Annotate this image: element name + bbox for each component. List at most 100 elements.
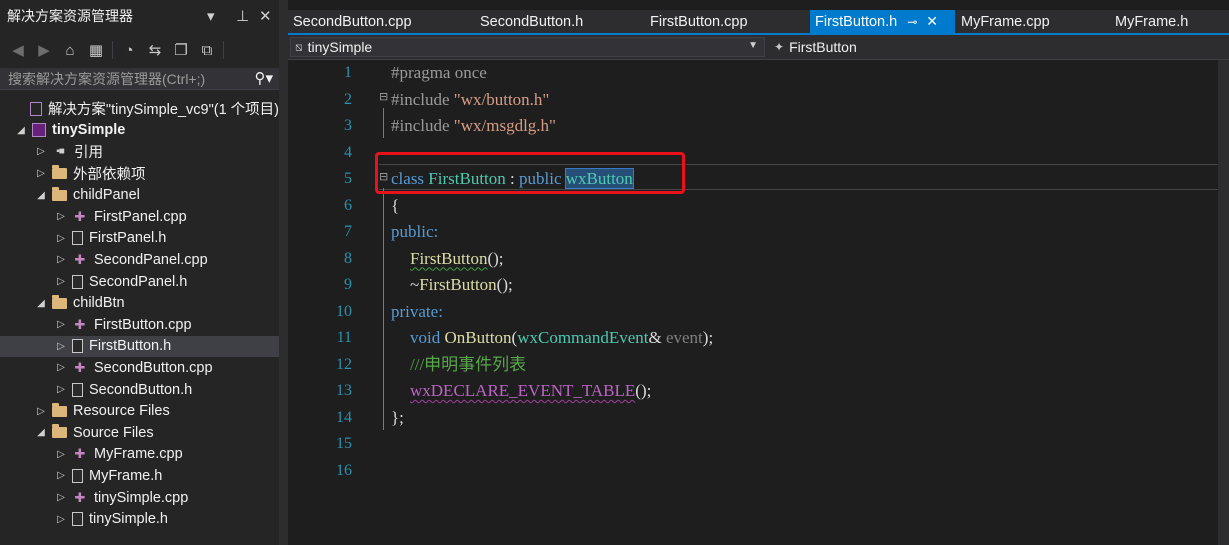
tree-item[interactable]: ▷ SecondButton.h	[0, 379, 279, 401]
tab-secondbutton-h[interactable]: SecondButton.h	[475, 10, 625, 33]
tab-myframe-h[interactable]: MyFrame.h	[1110, 10, 1229, 33]
close-icon[interactable]: ✕	[259, 7, 272, 25]
collapsed-arrow-icon[interactable]: ▷	[54, 449, 68, 460]
tree-item-label: 外部依赖项	[73, 167, 146, 184]
tree-item[interactable]: ▷ ✚ SecondButton.cpp	[0, 357, 279, 379]
tree-item[interactable]: 解决方案"tinySimple_vc9"(1 个项目)	[0, 98, 279, 120]
cpp-file-icon: ✚	[74, 359, 86, 375]
tree-item-label: 解决方案"tinySimple_vc9"(1 个项目)	[47, 102, 279, 119]
show-all-files-icon[interactable]: ⧉	[195, 39, 219, 61]
tree-item[interactable]: ▷ ✚ tinySimple.cpp	[0, 487, 279, 509]
tree-item[interactable]: ▷ ✚ MyFrame.cpp	[0, 444, 279, 466]
header-file-icon	[72, 468, 83, 483]
collapse-all-icon[interactable]: ❐	[169, 39, 193, 61]
cpp-file-icon: ✚	[74, 316, 86, 332]
scope-dropdown-label: FirstButton	[789, 39, 857, 55]
switch-views-icon[interactable]: ▦	[84, 39, 108, 61]
line-number-gutter: 1 2 3 4 5 6 7 8 9 10 11 12 13 14 15 16	[288, 60, 366, 545]
collapsed-arrow-icon[interactable]: ▷	[54, 319, 68, 330]
code-line-2: #include "wx/button.h"	[391, 89, 550, 109]
line-number: 16	[336, 461, 352, 479]
collapsed-arrow-icon[interactable]: ▷	[54, 276, 68, 287]
header-file-icon	[72, 339, 83, 354]
close-tab-icon[interactable]: ✕	[926, 13, 938, 30]
solution-search-input[interactable]	[0, 69, 240, 88]
collapsed-arrow-icon[interactable]: ▷	[54, 514, 68, 525]
search-icon[interactable]: ⚲▾	[254, 69, 273, 87]
expanded-arrow-icon[interactable]: ◢	[14, 125, 28, 136]
pin-icon[interactable]: ⊥	[236, 7, 249, 25]
scope-dropdown[interactable]: ✦ FirstButton	[770, 37, 1220, 57]
folder-icon	[52, 165, 67, 180]
tree-item-label: FirstButton.h	[89, 338, 172, 355]
tree-item[interactable]: ▷ ▪■ 引用	[0, 141, 279, 163]
project-dropdown[interactable]: ⧅ tinySimple ▼	[290, 37, 765, 57]
toolbar-divider	[223, 41, 224, 59]
back-icon[interactable]: ◀	[6, 39, 30, 61]
code-editor[interactable]: 1 2 3 4 5 6 7 8 9 10 11 12 13 14 15 16 ⊟ ⊟ #pragma once…	[288, 60, 1229, 545]
tree-item[interactable]: ▷ tinySimple.h	[0, 508, 279, 530]
toolbar-divider	[112, 41, 113, 59]
tree-item[interactable]: ◢ childBtn	[0, 292, 279, 314]
tree-item[interactable]: ◢ tinySimple	[0, 120, 279, 142]
collapsed-arrow-icon[interactable]: ▷	[34, 168, 48, 179]
expanded-arrow-icon[interactable]: ◢	[34, 427, 48, 438]
panel-splitter[interactable]	[279, 0, 288, 545]
folder-icon	[52, 424, 67, 439]
tree-item[interactable]: ▷ FirstPanel.h	[0, 228, 279, 250]
collapsed-arrow-icon[interactable]: ▷	[54, 254, 68, 265]
tree-item[interactable]: ▷ SecondPanel.h	[0, 271, 279, 293]
line-number: 15	[336, 435, 352, 452]
line-number: 4	[344, 143, 352, 161]
collapsed-arrow-icon[interactable]: ▷	[54, 341, 68, 352]
tab-secondbutton-cpp[interactable]: SecondButton.cpp	[288, 10, 459, 33]
collapsed-arrow-icon[interactable]: ▷	[54, 492, 68, 503]
tab-firstbutton-h[interactable]: FirstButton.h ⊸ ✕	[810, 10, 955, 33]
collapsed-arrow-icon[interactable]: ▷	[54, 384, 68, 395]
tree-item[interactable]: ▷ ✚ FirstButton.cpp	[0, 314, 279, 336]
solution-search-box[interactable]: ⚲▾	[0, 68, 279, 90]
tree-item-label: tinySimple	[52, 122, 126, 139]
collapsed-arrow-icon[interactable]: ▷	[34, 146, 48, 157]
collapsed-arrow-icon[interactable]: ▷	[54, 233, 68, 244]
tree-item[interactable]: ▷ ✚ FirstPanel.cpp	[0, 206, 279, 228]
tree-item-label: childBtn	[73, 295, 125, 312]
expanded-arrow-icon[interactable]: ◢	[34, 298, 48, 309]
tree-item[interactable]: ▷ FirstButton.h	[0, 335, 279, 358]
project-dropdown-label: tinySimple	[307, 39, 373, 55]
header-file-icon	[72, 274, 83, 289]
tab-label: FirstButton.cpp	[650, 13, 748, 30]
tab-label: FirstButton.h	[815, 13, 898, 30]
tab-firstbutton-cpp[interactable]: FirstButton.cpp	[645, 10, 805, 33]
collapsed-arrow-icon[interactable]: ▷	[54, 211, 68, 222]
expanded-arrow-icon[interactable]: ◢	[34, 190, 48, 201]
home-icon[interactable]: ⌂	[58, 39, 82, 61]
tab-label: SecondButton.cpp	[293, 13, 412, 30]
code-line-14: };	[391, 407, 404, 427]
tree-item[interactable]: ▷ Resource Files	[0, 400, 279, 422]
dropdown-arrow-icon[interactable]: ▾	[207, 7, 215, 25]
sync-icon[interactable]: ⇆	[143, 39, 167, 61]
tree-item[interactable]: ▷ 外部依赖项	[0, 163, 279, 185]
code-line-12: ///申明事件列表	[410, 354, 527, 374]
collapsed-arrow-icon[interactable]: ▷	[54, 362, 68, 373]
collapsed-arrow-icon[interactable]: ▷	[34, 406, 48, 417]
references-icon: ▪■	[56, 146, 65, 158]
line-number: 10	[336, 302, 352, 320]
vertical-scrollbar[interactable]	[1218, 60, 1229, 545]
tree-item-label: tinySimple.cpp	[94, 489, 189, 506]
tree-item-label: childPanel	[73, 187, 140, 204]
tree-item[interactable]: ◢ Source Files	[0, 422, 279, 444]
tree-item[interactable]: ▷ ✚ SecondPanel.cpp	[0, 249, 279, 271]
pin-tab-icon[interactable]: ⊸	[907, 15, 917, 29]
tree-item[interactable]: ◢ childPanel	[0, 184, 279, 206]
collapsed-arrow-icon[interactable]: ▷	[54, 470, 68, 481]
tree-item[interactable]: ▷ MyFrame.h	[0, 465, 279, 487]
fold-collapse-icon[interactable]: ⊟	[379, 90, 388, 103]
forward-icon[interactable]: ▶	[32, 39, 56, 61]
pending-changes-icon[interactable]: ◔	[117, 39, 141, 61]
class-icon: ✦	[774, 40, 785, 54]
tab-myframe-cpp[interactable]: MyFrame.cpp	[956, 10, 1106, 33]
tree-item-label: FirstPanel.cpp	[94, 208, 187, 225]
document-tabs: SecondButton.cpp SecondButton.h FirstBut…	[288, 10, 1229, 33]
